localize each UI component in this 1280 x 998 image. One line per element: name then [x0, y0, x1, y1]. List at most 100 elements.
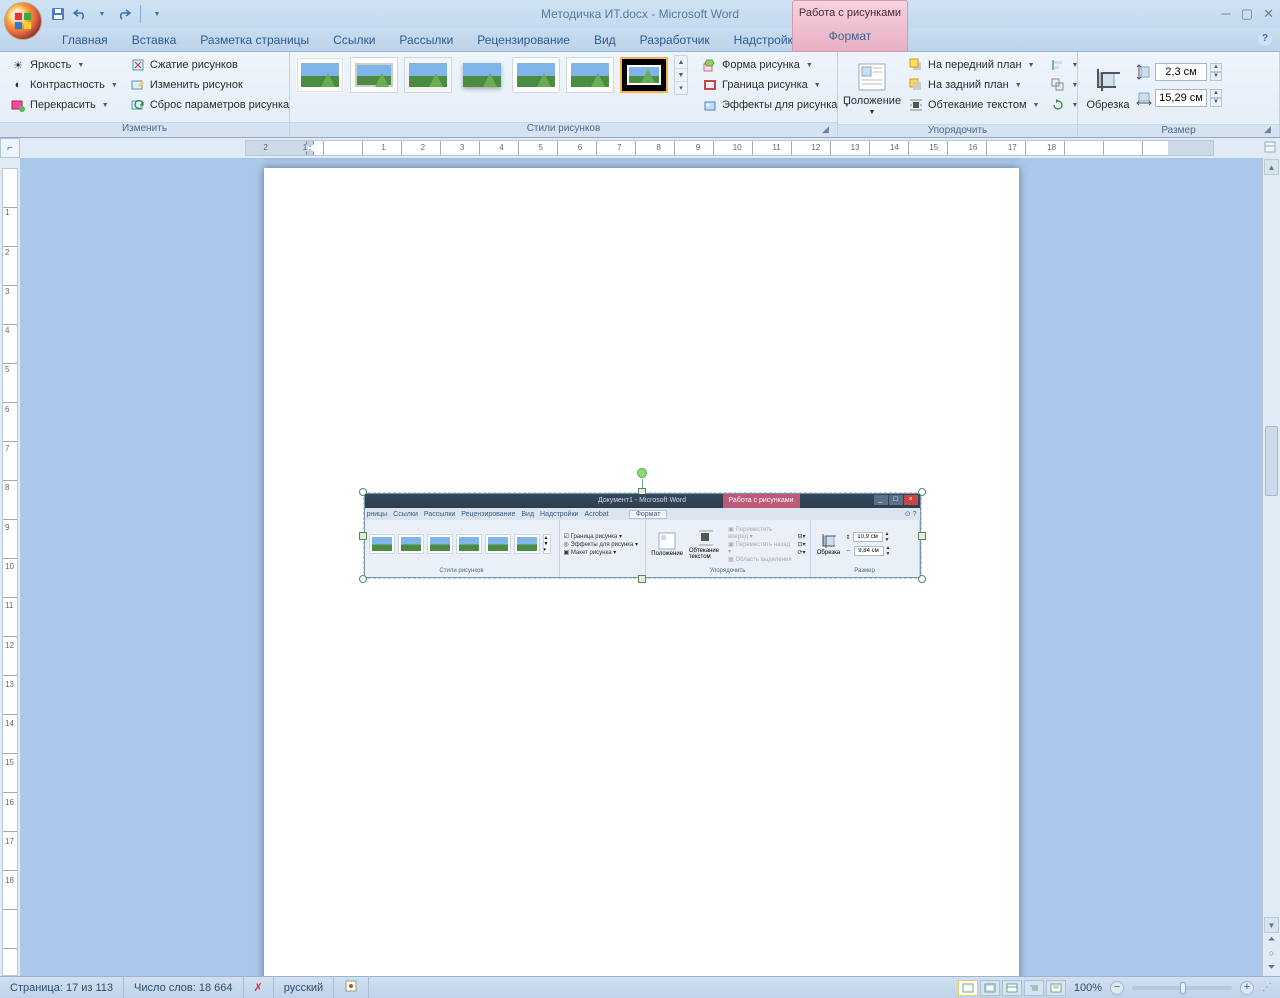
handle-bm[interactable] — [638, 575, 646, 583]
style-thumb-2[interactable] — [350, 57, 398, 93]
handle-bl[interactable] — [359, 575, 367, 583]
style-thumb-5[interactable] — [512, 57, 560, 93]
rotate-handle[interactable] — [637, 468, 647, 478]
redo-icon[interactable] — [116, 6, 132, 22]
height-field[interactable]: ▲▼ — [1136, 61, 1222, 83]
view-outline[interactable] — [1024, 980, 1044, 996]
tab-page-layout[interactable]: Разметка страницы — [188, 29, 321, 51]
compress-pictures-button[interactable]: Сжатие рисунков — [126, 55, 293, 75]
crop-button[interactable]: Обрезка — [1084, 55, 1132, 121]
tab-view[interactable]: Вид — [582, 29, 628, 51]
ruler-toggle-icon[interactable] — [1264, 141, 1278, 156]
undo-icon[interactable] — [72, 6, 88, 22]
scroll-up-icon[interactable]: ▲ — [1264, 159, 1279, 175]
status-language[interactable]: русский — [274, 977, 334, 998]
reset-picture-button[interactable]: Сброс параметров рисунка — [126, 95, 293, 115]
gallery-more-icon[interactable]: ▾ — [675, 82, 687, 94]
browse-object-icon[interactable]: ○ — [1263, 948, 1280, 962]
tab-insert[interactable]: Вставка — [120, 29, 189, 51]
vertical-ruler[interactable]: 123456789101112131415161718 — [2, 168, 18, 976]
tab-developer[interactable]: Разработчик — [628, 29, 722, 51]
zoom-slider[interactable] — [1132, 986, 1232, 990]
status-macro[interactable] — [334, 977, 369, 998]
vertical-scrollbar[interactable]: ▲ ▼ ⏶ ○ ⏷ — [1262, 158, 1280, 976]
view-print-layout[interactable] — [958, 980, 978, 996]
wrap-icon — [908, 97, 924, 113]
tab-references[interactable]: Ссылки — [321, 29, 387, 51]
brightness-button[interactable]: ☀Яркость▼ — [6, 55, 122, 75]
group-icon — [1051, 77, 1065, 93]
style-thumb-6[interactable] — [566, 57, 614, 93]
text-wrap-button[interactable]: Обтекание текстом▼ — [904, 95, 1043, 115]
undo-dropdown-icon[interactable]: ▼ — [94, 6, 110, 22]
handle-br[interactable] — [918, 575, 926, 583]
horizontal-ruler[interactable]: 21123456789101112131415161718 — [245, 140, 1214, 156]
handle-ml[interactable] — [359, 532, 367, 540]
view-web-layout[interactable] — [1002, 980, 1022, 996]
close-icon[interactable]: ✕ — [1263, 6, 1274, 22]
zoom-level[interactable]: 100% — [1074, 982, 1102, 994]
gallery-down-icon[interactable]: ▼ — [675, 69, 687, 82]
contrast-button[interactable]: ◐Контрастность▼ — [6, 75, 122, 95]
width-input[interactable] — [1155, 89, 1207, 107]
picture-effects-button[interactable]: Эффекты для рисунка▼ — [698, 95, 854, 115]
align-button[interactable]: ▼ — [1049, 55, 1069, 75]
width-spinner[interactable]: ▲▼ — [1210, 89, 1222, 107]
gallery-scroll[interactable]: ▲▼▾ — [674, 55, 688, 95]
brightness-icon: ☀ — [10, 57, 26, 73]
front-icon — [908, 57, 924, 73]
status-page[interactable]: Страница: 17 из 113 — [0, 977, 124, 998]
picture-style-gallery[interactable]: ▲▼▾ — [296, 55, 688, 95]
height-input[interactable] — [1155, 63, 1207, 81]
status-word-count[interactable]: Число слов: 18 664 — [124, 977, 243, 998]
style-thumb-7-selected[interactable] — [620, 57, 668, 93]
document-page[interactable]: Документ1 - Microsoft Word Работа с рису… — [264, 168, 1019, 976]
minimize-icon[interactable]: ─ — [1222, 6, 1231, 22]
zoom-out-button[interactable]: − — [1110, 981, 1124, 995]
scroll-down-icon[interactable]: ▼ — [1264, 917, 1279, 933]
group-adjust: ☀Яркость▼ ◐Контрастность▼ Перекрасить▼ С… — [0, 52, 290, 137]
next-page-icon[interactable]: ⏷ — [1263, 962, 1280, 976]
save-icon[interactable] — [50, 6, 66, 22]
style-thumb-4[interactable] — [458, 57, 506, 93]
qat-customize-icon[interactable]: ▼ — [149, 6, 165, 22]
scroll-track[interactable] — [1263, 176, 1280, 916]
group-button[interactable]: ▼ — [1049, 75, 1069, 95]
emb-titlebar: Документ1 - Microsoft Word Работа с рису… — [365, 494, 920, 508]
zoom-in-button[interactable]: + — [1240, 981, 1254, 995]
send-to-back-button[interactable]: На задний план▼ — [904, 75, 1043, 95]
recolor-button[interactable]: Перекрасить▼ — [6, 95, 122, 115]
help-icon[interactable]: ? — [1258, 32, 1272, 46]
tab-home[interactable]: Главная — [50, 29, 120, 51]
bring-to-front-button[interactable]: На передний план▼ — [904, 55, 1043, 75]
zoom-thumb[interactable] — [1180, 982, 1186, 994]
prev-page-icon[interactable]: ⏶ — [1263, 934, 1280, 948]
view-full-screen[interactable] — [980, 980, 1000, 996]
page-viewport[interactable]: Документ1 - Microsoft Word Работа с рису… — [20, 158, 1262, 976]
size-launcher-icon[interactable]: ◢ — [1264, 124, 1276, 136]
view-draft[interactable] — [1046, 980, 1066, 996]
width-field[interactable]: ▲▼ — [1136, 87, 1222, 109]
tab-review[interactable]: Рецензирование — [465, 29, 582, 51]
tab-format[interactable]: Формат — [793, 29, 907, 43]
style-thumb-1[interactable] — [296, 57, 344, 93]
office-orb-icon — [4, 2, 42, 40]
styles-launcher-icon[interactable]: ◢ — [822, 124, 834, 136]
group-arrange: Положение▼ На передний план▼ На задний п… — [838, 52, 1078, 137]
selected-picture[interactable]: Документ1 - Microsoft Word Работа с рису… — [364, 493, 921, 578]
office-button[interactable] — [4, 2, 46, 44]
picture-border-button[interactable]: Граница рисунка▼ — [698, 75, 854, 95]
handle-mr[interactable] — [918, 532, 926, 540]
tab-mailings[interactable]: Рассылки — [387, 29, 465, 51]
picture-shape-button[interactable]: Форма рисунка▼ — [698, 55, 854, 75]
status-proofing[interactable]: ✗ — [244, 977, 274, 998]
rotate-button[interactable]: ▼ — [1049, 95, 1069, 115]
height-spinner[interactable]: ▲▼ — [1210, 63, 1222, 81]
resize-grip-icon[interactable]: ⋰ — [1256, 982, 1272, 993]
scroll-thumb[interactable] — [1265, 426, 1278, 496]
style-thumb-3[interactable] — [404, 57, 452, 93]
gallery-up-icon[interactable]: ▲ — [675, 56, 687, 69]
maximize-icon[interactable]: ▢ — [1241, 6, 1253, 22]
change-picture-button[interactable]: Изменить рисунок — [126, 75, 293, 95]
tab-selector[interactable]: ⌐ — [0, 138, 20, 158]
